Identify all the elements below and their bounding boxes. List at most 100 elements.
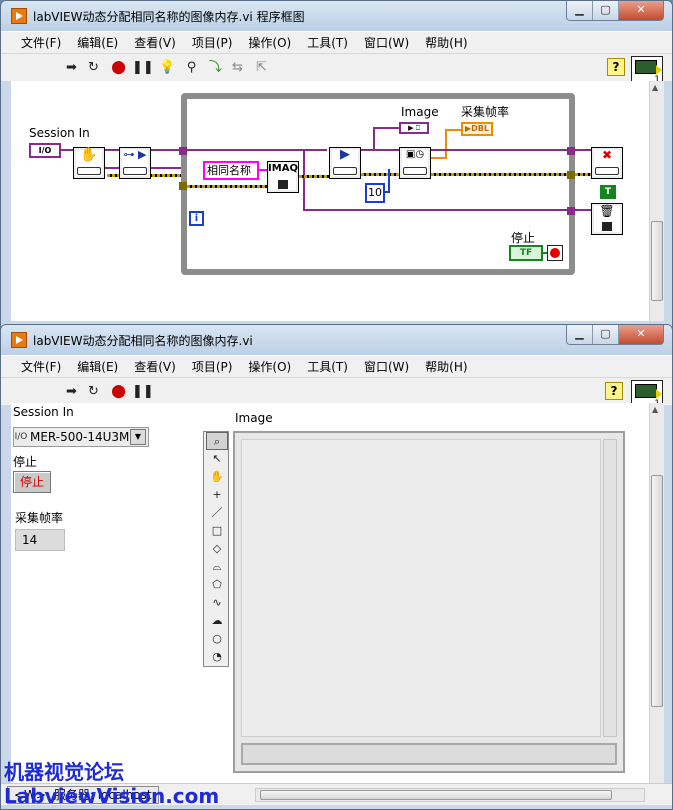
scroll-up-icon[interactable]: ▲: [652, 83, 658, 92]
front-panel-vertical-scrollbar[interactable]: ▲: [649, 403, 664, 783]
maximize-button[interactable]: ▢: [593, 1, 619, 20]
pause-icon[interactable]: ❚❚: [132, 59, 154, 76]
true-constant[interactable]: T: [600, 185, 616, 199]
rotated-rectangle-tool-icon[interactable]: ◇: [206, 540, 228, 558]
highlight-execution-icon[interactable]: 💡: [159, 59, 176, 76]
post-loop-session-wire-2: [575, 209, 591, 211]
image-indicator-terminal[interactable]: ▶ ⎕: [399, 122, 429, 134]
help-icon[interactable]: ?: [605, 382, 623, 400]
front-panel-canvas[interactable]: Session In I/O MER-500-14U3M ▼ 停止 停止 采集帧…: [11, 403, 651, 783]
imaq-frame-rate-subvi[interactable]: ▣◷: [399, 147, 431, 179]
annulus-tool-icon[interactable]: ⌓: [206, 558, 228, 576]
menu-project[interactable]: 项目(P): [184, 34, 241, 51]
minimize-button[interactable]: ▁: [567, 1, 593, 20]
frame-rate-wire-v: [445, 129, 447, 157]
run-arrow-icon[interactable]: ➡: [63, 59, 80, 76]
close-button[interactable]: ✕: [619, 1, 663, 20]
zoom-tool-icon[interactable]: ⌕: [206, 432, 228, 450]
menu-project[interactable]: 项目(P): [184, 358, 241, 375]
window-controls: ▁ ▢ ✕: [566, 325, 664, 345]
step-into-icon[interactable]: ⤵: [207, 59, 224, 76]
stop-label: 停止: [511, 231, 536, 245]
menu-window[interactable]: 窗口(W): [356, 358, 417, 375]
chevron-down-icon[interactable]: ▼: [130, 429, 146, 445]
step-over-icon[interactable]: ⇆: [229, 59, 246, 76]
scrollbar-thumb[interactable]: [260, 790, 612, 800]
help-icon[interactable]: ?: [607, 58, 625, 76]
stop-button[interactable]: 停止: [13, 471, 51, 493]
image-vertical-scrollbar[interactable]: [603, 439, 617, 737]
image-ref-wire: [299, 175, 329, 178]
run-arrow-icon[interactable]: ➡: [63, 383, 80, 400]
image-display[interactable]: [233, 431, 625, 773]
run-continuous-icon[interactable]: ↻: [85, 383, 102, 400]
minimize-button[interactable]: ▁: [567, 325, 593, 344]
imaq-dispose-subvi[interactable]: 🗑: [591, 203, 623, 235]
menu-window[interactable]: 窗口(W): [356, 34, 417, 51]
pause-icon[interactable]: ❚❚: [132, 383, 154, 400]
scrollbar-thumb[interactable]: [651, 221, 663, 301]
freehand-line-tool-icon[interactable]: ∿: [206, 594, 228, 612]
abort-icon[interactable]: ⬤: [110, 59, 127, 76]
labview-app-icon: [11, 332, 27, 348]
post-loop-session-wire: [575, 149, 591, 151]
maximize-button[interactable]: ▢: [593, 325, 619, 344]
menu-file[interactable]: 文件(F): [13, 358, 69, 375]
horizontal-scrollbar[interactable]: [255, 788, 645, 802]
loop-session-wire-3: [431, 149, 567, 151]
step-out-icon[interactable]: ⇱: [253, 59, 270, 76]
loop-condition-terminal[interactable]: [547, 245, 563, 261]
menu-tools[interactable]: 工具(T): [299, 34, 356, 51]
menu-tools[interactable]: 工具(T): [299, 358, 356, 375]
timeout-constant[interactable]: 10: [365, 183, 385, 203]
retain-wire-values-icon[interactable]: ⚲: [183, 59, 200, 76]
scrollbar-thumb[interactable]: [651, 475, 663, 707]
image-name-constant[interactable]: 相同名称: [203, 161, 259, 180]
frame-rate-indicator: 14: [15, 529, 65, 551]
broken-annulus-tool-icon[interactable]: ◔: [206, 648, 228, 666]
loop-iteration-terminal: i: [189, 211, 204, 226]
menu-view[interactable]: 查看(V): [126, 34, 184, 51]
session-in-control[interactable]: I/O MER-500-14U3M ▼: [13, 427, 149, 447]
menu-help[interactable]: 帮助(H): [417, 358, 475, 375]
pointer-tool-icon[interactable]: ↖: [206, 450, 228, 468]
run-continuous-icon[interactable]: ↻: [85, 59, 102, 76]
image-top-wire: [373, 127, 399, 129]
menu-help[interactable]: 帮助(H): [417, 34, 475, 51]
menu-operate[interactable]: 操作(O): [240, 358, 299, 375]
frame-rate-label: 采集帧率: [15, 511, 64, 525]
image-label: Image: [235, 411, 273, 425]
session-in-terminal[interactable]: I/O: [29, 143, 61, 158]
line-tool-icon[interactable]: ／: [206, 504, 228, 522]
abort-icon[interactable]: ⬤: [110, 383, 127, 400]
image-area[interactable]: [241, 439, 601, 737]
menu-edit[interactable]: 编辑(E): [69, 358, 126, 375]
imaq-grab-subvi[interactable]: ▶: [329, 147, 361, 179]
imaq-create-subvi[interactable]: IMAQ: [267, 161, 299, 193]
loop-tunnel-session-out: [567, 147, 575, 155]
polygon-tool-icon[interactable]: ⬠: [206, 576, 228, 594]
freehand-region-tool-icon[interactable]: ☁: [206, 612, 228, 630]
menu-operate[interactable]: 操作(O): [240, 34, 299, 51]
imaq-configure-grab-subvi[interactable]: ⊶ ▶: [119, 147, 151, 179]
imaq-close-camera-subvi[interactable]: ✖: [591, 147, 623, 179]
frame-rate-indicator-terminal[interactable]: ▶DBL: [461, 122, 493, 136]
session-in-value: MER-500-14U3M: [30, 430, 130, 444]
block-diagram-canvas[interactable]: Session In I/O ✋ ⊶ ▶ 相同名称 IMAQ ▶ Image ▶…: [11, 81, 649, 321]
block-diagram-vertical-scrollbar[interactable]: ▲: [649, 81, 664, 321]
menu-view[interactable]: 查看(V): [126, 358, 184, 375]
pan-tool-icon[interactable]: ✋: [206, 468, 228, 486]
rectangle-tool-icon[interactable]: □: [206, 522, 228, 540]
grab-error-wire: [361, 173, 399, 176]
imaq-open-camera-subvi[interactable]: ✋: [73, 147, 105, 179]
menu-edit[interactable]: 编辑(E): [69, 34, 126, 51]
close-button[interactable]: ✕: [619, 325, 663, 344]
oval-tool-icon[interactable]: ○: [206, 630, 228, 648]
point-tool-icon[interactable]: +: [206, 486, 228, 504]
menu-file[interactable]: 文件(F): [13, 34, 69, 51]
scroll-up-icon[interactable]: ▲: [652, 405, 658, 414]
title-bar[interactable]: labVIEW动态分配相同名称的图像内存.vi ▁ ▢ ✕: [1, 325, 672, 355]
title-bar[interactable]: labVIEW动态分配相同名称的图像内存.vi 程序框图 ▁ ▢ ✕: [1, 1, 672, 31]
stop-terminal[interactable]: TF: [509, 245, 543, 261]
loop-tunnel-session: [179, 147, 187, 155]
